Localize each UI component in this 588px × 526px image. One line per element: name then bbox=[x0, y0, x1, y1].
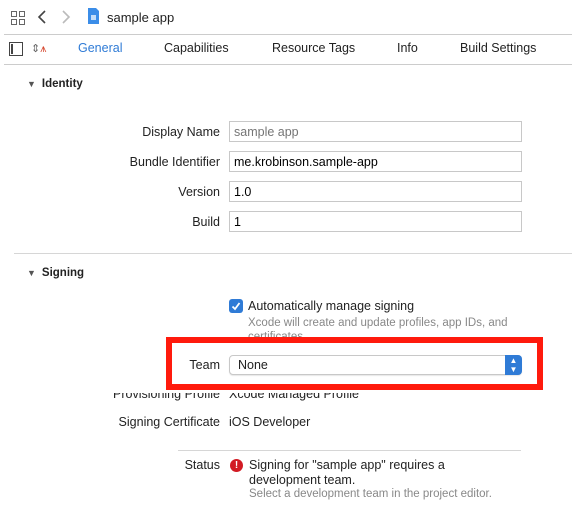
back-chevron-icon[interactable] bbox=[36, 9, 48, 25]
sidebar-toggle-icon[interactable] bbox=[9, 42, 23, 56]
popup-arrows-icon: ▲ ▼ bbox=[505, 355, 522, 375]
tab-capabilities[interactable]: Capabilities bbox=[164, 41, 229, 55]
tab-build-settings[interactable]: Build Settings bbox=[460, 41, 536, 55]
auto-manage-label[interactable]: Automatically manage signing bbox=[248, 299, 414, 313]
checkmark-icon bbox=[231, 302, 241, 311]
team-label: Team bbox=[189, 358, 220, 372]
identity-section-header[interactable]: ▼ Identity bbox=[27, 78, 83, 90]
version-label: Version bbox=[178, 185, 220, 199]
identity-header-label: Identity bbox=[41, 78, 83, 90]
error-icon: ! bbox=[230, 459, 243, 472]
breadcrumb-title[interactable]: sample app bbox=[107, 10, 174, 25]
tab-info[interactable]: Info bbox=[397, 41, 418, 55]
status-message: Signing for "sample app" requires a deve… bbox=[249, 458, 445, 487]
display-name-input[interactable] bbox=[229, 121, 522, 142]
team-value: None bbox=[238, 358, 268, 372]
signing-header-label: Signing bbox=[41, 267, 85, 279]
status-detail: Select a development team in the project… bbox=[249, 488, 492, 500]
team-popup-button[interactable]: None ▲ ▼ bbox=[229, 355, 522, 375]
tab-resource-tags[interactable]: Resource Tags bbox=[272, 41, 355, 55]
build-label: Build bbox=[192, 215, 220, 229]
disclosure-triangle-icon: ▼ bbox=[27, 79, 36, 89]
project-file-icon bbox=[88, 8, 99, 24]
status-label: Status bbox=[184, 458, 220, 472]
forward-chevron-icon[interactable] bbox=[60, 9, 72, 25]
signing-certificate-label: Signing Certificate bbox=[118, 415, 220, 429]
auto-manage-checkbox[interactable] bbox=[229, 299, 243, 313]
tab-general[interactable]: General bbox=[78, 41, 122, 55]
signing-section-header[interactable]: ▼ Signing bbox=[27, 267, 84, 279]
bundle-id-label: Bundle Identifier bbox=[129, 155, 220, 169]
targets-toggle-icon[interactable]: ⇕⩚ bbox=[31, 42, 46, 56]
display-name-label: Display Name bbox=[142, 125, 220, 139]
bundle-id-input[interactable] bbox=[229, 151, 522, 172]
grid-icon[interactable] bbox=[10, 10, 26, 26]
version-input[interactable] bbox=[229, 181, 522, 202]
signing-certificate-value: iOS Developer bbox=[229, 415, 311, 429]
disclosure-triangle-icon: ▼ bbox=[27, 268, 36, 278]
build-input[interactable] bbox=[229, 211, 522, 232]
